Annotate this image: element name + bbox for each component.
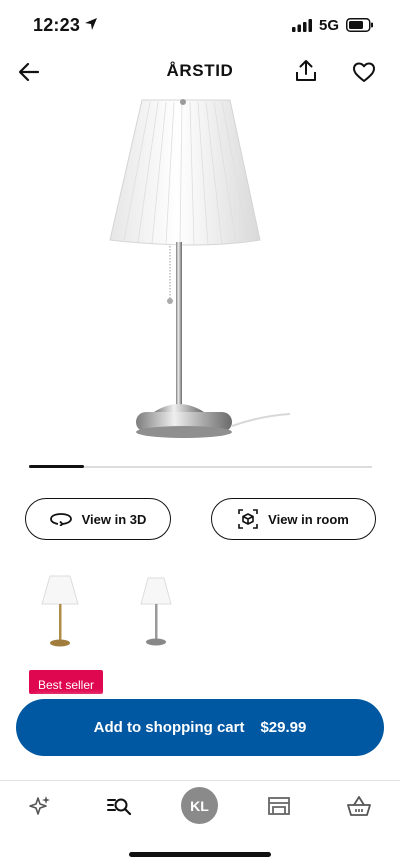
signal-icon (292, 19, 312, 32)
variant-thumbnail-nickel[interactable] (120, 566, 190, 656)
nav-basket[interactable] (343, 790, 375, 822)
avatar[interactable]: KL (181, 787, 218, 824)
basket-icon (347, 796, 371, 816)
product-lamp-image[interactable] (90, 94, 310, 464)
best-seller-badge: Best seller (29, 670, 104, 694)
network-label: 5G (319, 17, 340, 34)
nav-store[interactable] (263, 790, 295, 822)
location-arrow-icon (85, 18, 97, 30)
heart-icon[interactable] (350, 58, 378, 86)
battery-icon (346, 18, 373, 32)
back-arrow-icon[interactable] (16, 59, 42, 85)
status-time: 12:23 (33, 15, 81, 35)
search-list-icon (107, 798, 132, 816)
view-in-3d-button[interactable]: View in 3D (25, 498, 171, 540)
carousel-progress-fill (29, 465, 84, 468)
share-icon[interactable] (292, 57, 320, 85)
view-in-3d-label: View in 3D (81, 511, 147, 527)
ar-cube-icon (238, 509, 258, 529)
nav-search[interactable] (103, 790, 135, 822)
rotate-3d-icon (49, 513, 72, 526)
home-indicator (129, 852, 271, 857)
sparkle-icon (29, 796, 50, 815)
nav-inspiration[interactable] (24, 790, 56, 822)
page-title: ÅRSTID (166, 61, 234, 80)
view-in-room-button[interactable]: View in room (211, 498, 376, 540)
price-label: $29.99 (260, 719, 307, 736)
add-to-cart-label: Add to shopping cart (93, 719, 245, 736)
carousel-progress (29, 465, 372, 468)
store-icon (268, 797, 290, 815)
nav-divider (0, 780, 400, 781)
add-to-cart-button[interactable]: Add to shopping cart $29.99 (16, 699, 384, 756)
variant-thumbnail-brass[interactable] (26, 566, 96, 656)
view-in-room-label: View in room (268, 511, 349, 527)
